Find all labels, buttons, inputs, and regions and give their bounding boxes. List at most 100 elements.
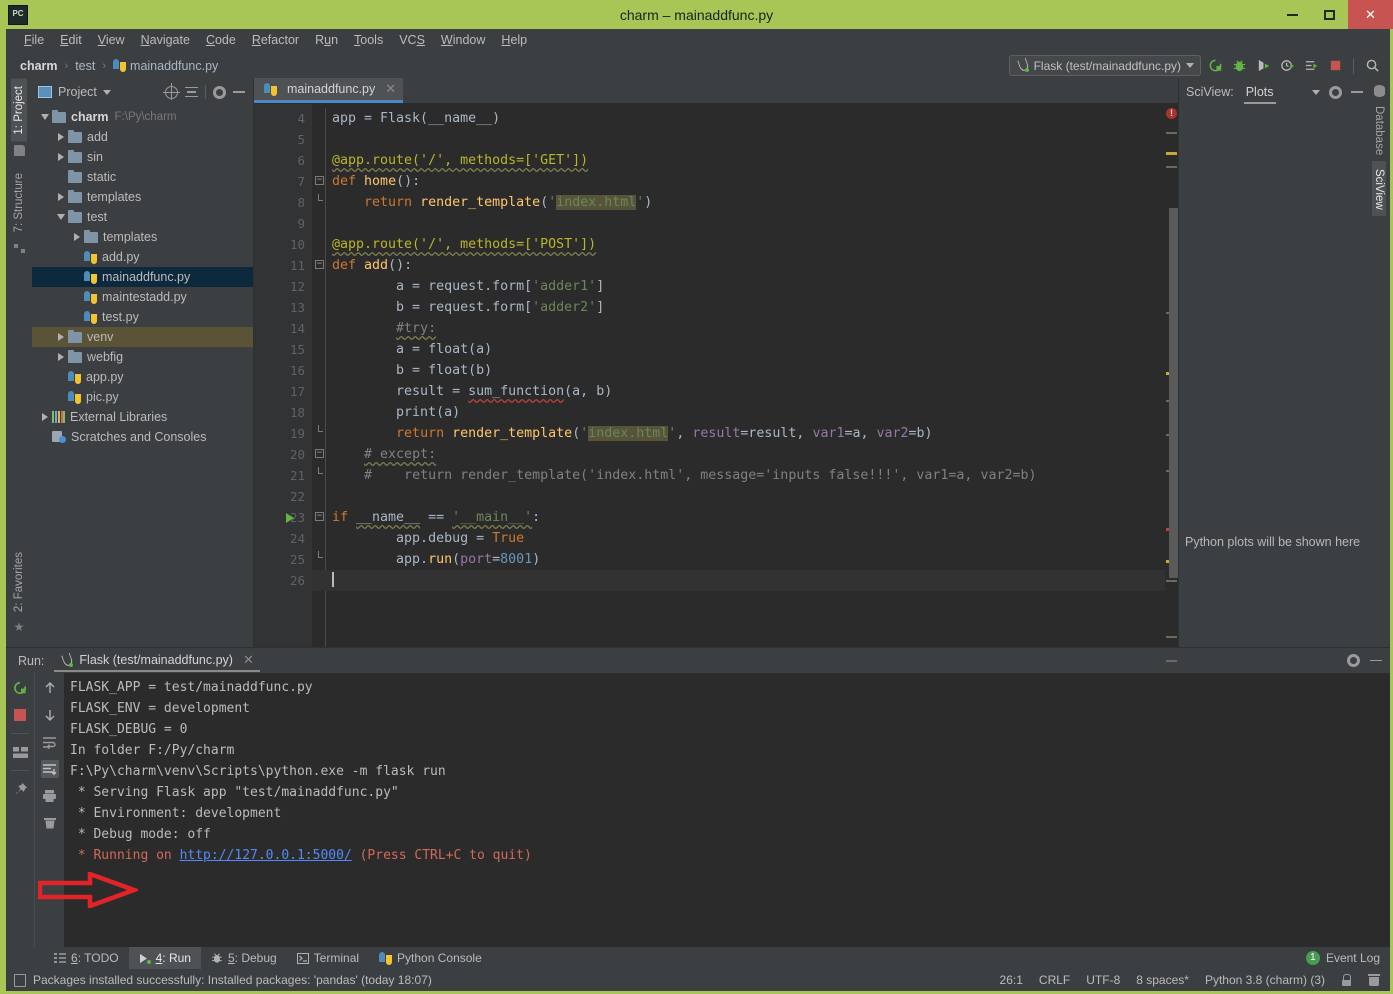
line-number[interactable]: 17 xyxy=(254,381,312,402)
menu-refactor[interactable]: Refactor xyxy=(244,29,307,52)
search-icon[interactable] xyxy=(1362,56,1382,76)
fold-end-icon[interactable] xyxy=(318,467,323,474)
indent-setting[interactable]: 8 spaces* xyxy=(1136,973,1189,987)
chevron-down-icon[interactable] xyxy=(103,90,111,95)
code-line[interactable] xyxy=(312,129,1165,150)
menu-window[interactable]: Window xyxy=(433,29,493,52)
sidebar-tab-project[interactable]: 1: Project xyxy=(11,79,27,142)
sciview-tab-plots[interactable]: Plots xyxy=(1244,81,1276,104)
line-number[interactable]: 16 xyxy=(254,360,312,381)
line-number[interactable]: 26 xyxy=(254,570,312,591)
print-icon[interactable] xyxy=(41,787,59,805)
code-line[interactable] xyxy=(312,486,1165,507)
code-line[interactable]: app = Flask(__name__) xyxy=(312,108,1165,129)
hide-icon[interactable] xyxy=(1351,91,1363,93)
gear-icon[interactable] xyxy=(213,86,226,99)
line-separator[interactable]: CRLF xyxy=(1039,973,1070,987)
menu-tools[interactable]: Tools xyxy=(346,29,391,52)
error-indicator[interactable]: ! xyxy=(1166,108,1177,119)
hide-icon[interactable] xyxy=(233,91,245,93)
chevron-right-icon[interactable] xyxy=(54,153,68,161)
clear-icon[interactable] xyxy=(41,814,59,832)
code-line[interactable]: −if __name__ == '__main__': xyxy=(312,507,1165,528)
hide-icon[interactable] xyxy=(1370,660,1382,662)
rerun-icon[interactable] xyxy=(11,679,29,697)
code-line[interactable]: return render_template('index.html', res… xyxy=(312,423,1165,444)
tool-button-debug[interactable]: 5: Debug xyxy=(201,947,287,969)
tree-item-scratches-and-consoles[interactable]: Scratches and Consoles xyxy=(32,427,253,447)
debug-icon[interactable] xyxy=(1229,56,1249,76)
editor-tab-mainaddfunc[interactable]: mainaddfunc.py ✕ xyxy=(254,78,403,103)
code-line[interactable]: b = float(b) xyxy=(312,360,1165,381)
project-tree[interactable]: charmF:\Py\charmaddsinstatictemplatestes… xyxy=(32,105,253,647)
tree-item-test[interactable]: test xyxy=(32,207,253,227)
caret-position[interactable]: 26:1 xyxy=(1000,973,1023,987)
rerun-icon[interactable] xyxy=(1205,56,1225,76)
menu-vcs[interactable]: VCS xyxy=(391,29,433,52)
line-number[interactable]: 11 xyxy=(254,255,312,276)
chevron-right-icon[interactable] xyxy=(54,133,68,141)
run-gutter-icon[interactable] xyxy=(286,513,294,523)
code-line[interactable]: app.run(port=8001) xyxy=(312,549,1165,570)
code-line[interactable]: −def home(): xyxy=(312,171,1165,192)
tree-item-add[interactable]: add xyxy=(32,127,253,147)
code-line[interactable] xyxy=(312,570,1165,591)
sidebar-tab-favorites[interactable]: 2: Favorites xyxy=(11,545,27,619)
line-number[interactable]: 14 xyxy=(254,318,312,339)
line-number[interactable]: 13 xyxy=(254,297,312,318)
breadcrumb-charm[interactable]: charm xyxy=(20,59,58,73)
tree-item-app-py[interactable]: app.py xyxy=(32,367,253,387)
line-number[interactable]: 6 xyxy=(254,150,312,171)
fold-end-icon[interactable] xyxy=(318,194,323,201)
tree-item-external-libraries[interactable]: External Libraries xyxy=(32,407,253,427)
notification-icon[interactable] xyxy=(14,974,26,987)
tree-item-templates[interactable]: templates xyxy=(32,187,253,207)
line-number[interactable]: 18 xyxy=(254,402,312,423)
chevron-right-icon[interactable] xyxy=(54,353,68,361)
pin-icon[interactable] xyxy=(11,780,29,798)
line-number[interactable]: 15 xyxy=(254,339,312,360)
stop-icon[interactable] xyxy=(11,706,29,724)
chevron-down-icon[interactable] xyxy=(54,214,68,220)
line-number[interactable]: 23 xyxy=(254,507,312,528)
fold-end-icon[interactable] xyxy=(318,425,323,432)
code-line[interactable]: result = sum_function(a, b) xyxy=(312,381,1165,402)
tree-item-static[interactable]: static xyxy=(32,167,253,187)
code-line[interactable]: @app.route('/', methods=['POST']) xyxy=(312,234,1165,255)
close-icon[interactable]: ✕ xyxy=(243,652,254,668)
run-console-output[interactable]: FLASK_APP = test/mainaddfunc.pyFLASK_ENV… xyxy=(64,673,1390,947)
layout-icon[interactable] xyxy=(11,743,29,761)
line-number[interactable]: 9 xyxy=(254,213,312,234)
line-number[interactable]: 5 xyxy=(254,129,312,150)
tool-button-terminal[interactable]: Terminal xyxy=(287,947,369,969)
menu-code[interactable]: Code xyxy=(198,29,244,52)
menu-run[interactable]: Run xyxy=(307,29,346,52)
sidebar-tab-database[interactable]: Database xyxy=(1372,100,1386,161)
code-line[interactable]: return render_template('index.html') xyxy=(312,192,1165,213)
chevron-right-icon[interactable] xyxy=(54,193,68,201)
code-line[interactable]: print(a) xyxy=(312,402,1165,423)
line-number[interactable]: 8 xyxy=(254,192,312,213)
code-line[interactable]: a = request.form['adder1'] xyxy=(312,276,1165,297)
coverage-icon[interactable] xyxy=(1253,56,1273,76)
breadcrumb-test[interactable]: test xyxy=(75,59,95,73)
run-configuration-selector[interactable]: Flask (test/mainaddfunc.py) xyxy=(1009,55,1201,76)
tool-button-run[interactable]: 4: Run xyxy=(129,947,201,969)
event-log-label[interactable]: Event Log xyxy=(1326,951,1380,965)
file-encoding[interactable]: UTF-8 xyxy=(1086,973,1120,987)
inspection-icon[interactable] xyxy=(1368,974,1380,986)
editor-scrollbar-thumb[interactable] xyxy=(1169,208,1178,578)
down-icon[interactable] xyxy=(41,706,59,724)
line-number[interactable]: 19 xyxy=(254,423,312,444)
fold-toggle-icon[interactable]: − xyxy=(315,512,324,521)
collapse-all-icon[interactable] xyxy=(185,86,198,99)
line-number[interactable]: 12 xyxy=(254,276,312,297)
editor-gutter[interactable]: 4567891011121314151617181920212223242526 xyxy=(254,104,312,647)
tree-item-mainaddfunc-py[interactable]: mainaddfunc.py xyxy=(32,267,253,287)
breadcrumb-file[interactable]: mainaddfunc.py xyxy=(130,59,218,73)
code-line[interactable] xyxy=(312,213,1165,234)
gear-icon[interactable] xyxy=(1347,654,1360,667)
python-interpreter[interactable]: Python 3.8 (charm) (3) xyxy=(1205,973,1325,987)
tree-item-maintestadd-py[interactable]: maintestadd.py xyxy=(32,287,253,307)
sidebar-tab-sciview[interactable]: SciView xyxy=(1372,161,1386,216)
